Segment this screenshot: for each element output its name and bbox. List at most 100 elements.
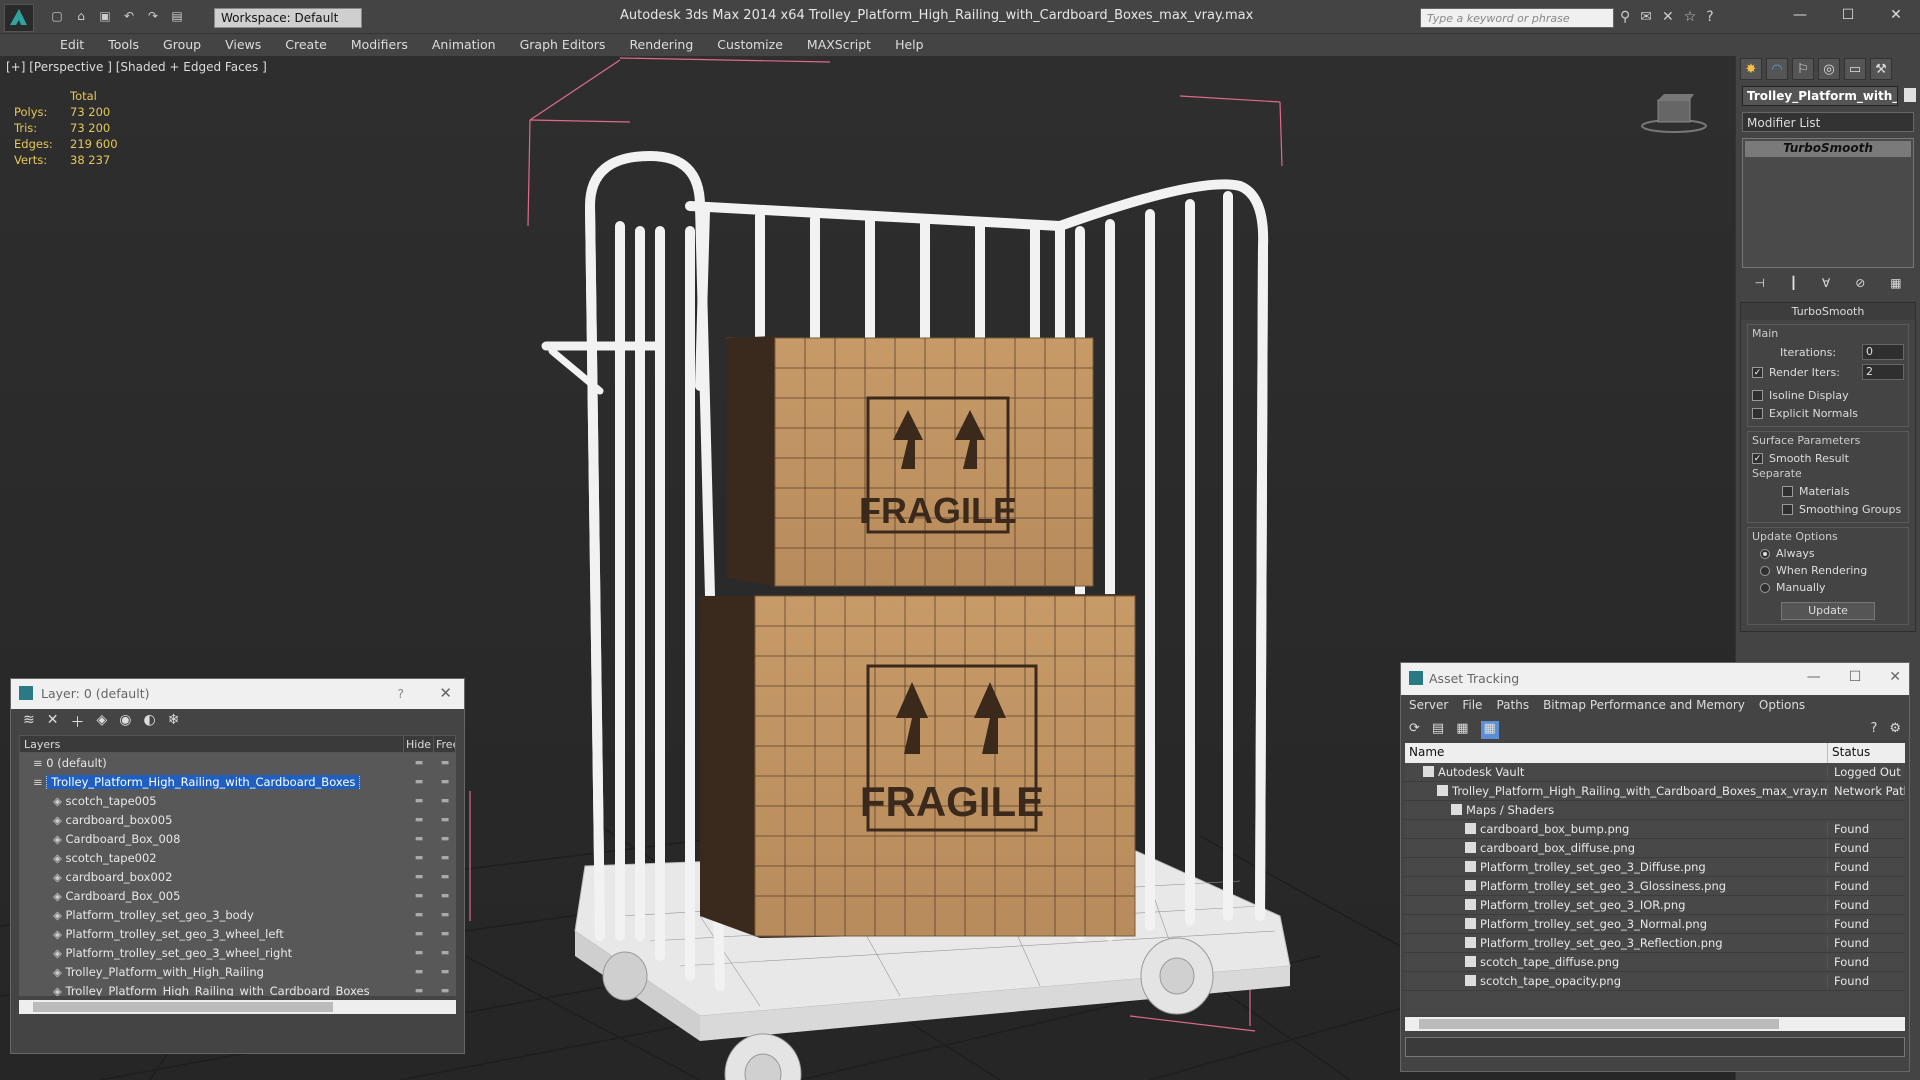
hide-toggle[interactable]: ▬: [404, 910, 434, 920]
modify-tab-icon[interactable]: ◠: [1766, 58, 1788, 80]
freeze-toggle[interactable]: ▬: [434, 948, 456, 958]
scrollbar-thumb[interactable]: [33, 1002, 333, 1012]
layer-row[interactable]: ◈ Trolley_Platform_with_High_Railing ▬ ▬: [19, 962, 456, 981]
asset-row[interactable]: Platform_trolley_set_geo_3_Glossiness.pn…: [1405, 877, 1905, 896]
binoculars-icon[interactable]: ⚲: [1620, 9, 1630, 25]
render-iters-spinner[interactable]: 2: [1862, 364, 1904, 380]
menu-create[interactable]: Create: [273, 34, 339, 56]
asset-menu-paths[interactable]: Paths: [1496, 698, 1529, 714]
freeze-all-icon[interactable]: ❄: [168, 712, 180, 732]
layer-row[interactable]: ◈ Cardboard_Box_005 ▬ ▬: [19, 886, 456, 905]
minimize-icon[interactable]: —: [1807, 669, 1821, 685]
materials-checkbox[interactable]: [1782, 485, 1793, 497]
favorites-icon[interactable]: ☆: [1684, 9, 1697, 25]
close-icon[interactable]: ✕: [1889, 669, 1901, 685]
asset-path-field[interactable]: [1405, 1037, 1905, 1057]
configure-sets-icon[interactable]: ▦: [1890, 276, 1901, 294]
remove-modifier-icon[interactable]: ⊘: [1855, 276, 1865, 294]
motion-tab-icon[interactable]: ◎: [1818, 58, 1840, 80]
select-objects-icon[interactable]: ◈: [96, 712, 107, 732]
maximize-icon[interactable]: ☐: [1824, 0, 1872, 30]
search-input[interactable]: Type a keyword or phrase: [1420, 8, 1614, 28]
refresh-icon[interactable]: ⟳: [1409, 721, 1420, 739]
asset-row[interactable]: Maps / Shaders: [1405, 801, 1905, 820]
asset-row[interactable]: Platform_trolley_set_geo_3_Reflection.pn…: [1405, 934, 1905, 953]
asset-row[interactable]: Trolley_Platform_High_Railing_with_Cardb…: [1405, 782, 1905, 801]
settings-icon[interactable]: ⚙: [1889, 721, 1901, 739]
menu-help[interactable]: Help: [883, 34, 936, 56]
exchange-icon[interactable]: ✕: [1662, 9, 1674, 25]
hide-toggle[interactable]: ▬: [404, 853, 434, 863]
freeze-toggle[interactable]: ▬: [434, 967, 456, 977]
display-tab-icon[interactable]: ▭: [1844, 58, 1866, 80]
hide-all-icon[interactable]: ◐: [143, 712, 155, 732]
menu-views[interactable]: Views: [213, 34, 273, 56]
layers-icon[interactable]: ≋: [23, 712, 35, 732]
utilities-tab-icon[interactable]: ⚒: [1870, 58, 1892, 80]
asset-row[interactable]: Platform_trolley_set_geo_3_Diffuse.png Fo…: [1405, 858, 1905, 877]
render-iters-checkbox[interactable]: ✓: [1752, 366, 1763, 378]
freeze-toggle[interactable]: ▬: [434, 815, 456, 825]
asset-menu-file[interactable]: File: [1462, 698, 1482, 714]
freeze-toggle[interactable]: ▬: [434, 929, 456, 939]
thumbnail-view-icon[interactable]: ▦: [1456, 721, 1468, 739]
freeze-toggle[interactable]: ▬: [434, 758, 456, 768]
asset-menu-options[interactable]: Options: [1759, 698, 1805, 714]
isoline-checkbox[interactable]: [1752, 389, 1763, 401]
freeze-toggle[interactable]: ▬: [434, 891, 456, 901]
freeze-toggle[interactable]: ▬: [434, 986, 456, 996]
menu-animation[interactable]: Animation: [420, 34, 508, 56]
menu-modifiers[interactable]: Modifiers: [339, 34, 420, 56]
hide-toggle[interactable]: ▬: [404, 986, 434, 996]
asset-row[interactable]: cardboard_box_bump.png Found: [1405, 820, 1905, 839]
freeze-toggle[interactable]: ▬: [434, 872, 456, 882]
layer-row[interactable]: ◈ Cardboard_Box_008 ▬ ▬: [19, 829, 456, 848]
close-icon[interactable]: ✕: [1872, 0, 1920, 30]
redo-icon[interactable]: ↷: [144, 9, 162, 25]
add-layer-icon[interactable]: ＋: [70, 712, 84, 732]
table-view-icon[interactable]: ▦: [1480, 721, 1499, 739]
layer-row[interactable]: ◈ Platform_trolley_set_geo_3_wheel_left ▬…: [19, 924, 456, 943]
object-name-field[interactable]: Trolley_Platform_with_H: [1742, 86, 1898, 106]
when-rendering-radio[interactable]: [1760, 565, 1770, 576]
hide-toggle[interactable]: ▬: [404, 872, 434, 882]
hide-toggle[interactable]: ▬: [404, 834, 434, 844]
list-view-icon[interactable]: ▤: [1432, 721, 1444, 739]
minimize-icon[interactable]: —: [1776, 0, 1824, 30]
layer-row[interactable]: ◈ scotch_tape002 ▬ ▬: [19, 848, 456, 867]
asset-row[interactable]: scotch_tape_diffuse.png Found: [1405, 953, 1905, 972]
hide-toggle[interactable]: ▬: [404, 967, 434, 977]
layer-row[interactable]: ◈ Platform_trolley_set_geo_3_wheel_right…: [19, 943, 456, 962]
menu-rendering[interactable]: Rendering: [617, 34, 705, 56]
manually-radio[interactable]: [1760, 582, 1770, 593]
make-unique-icon[interactable]: ∀: [1822, 276, 1830, 294]
communication-icon[interactable]: ✉: [1640, 9, 1652, 25]
iterations-spinner[interactable]: 0: [1862, 344, 1904, 360]
hide-toggle[interactable]: ▬: [404, 777, 434, 787]
freeze-toggle[interactable]: ▬: [434, 777, 456, 787]
app-logo-icon[interactable]: [4, 4, 34, 32]
col-name[interactable]: Name: [1405, 743, 1827, 763]
menu-edit[interactable]: Edit: [48, 34, 96, 56]
hide-toggle[interactable]: ▬: [404, 758, 434, 768]
hide-toggle[interactable]: ▬: [404, 929, 434, 939]
hide-toggle[interactable]: ▬: [404, 948, 434, 958]
layer-row[interactable]: ◈ scotch_tape005 ▬ ▬: [19, 791, 456, 810]
layer-window-titlebar[interactable]: Layer: 0 (default) ? ✕: [11, 679, 464, 709]
pin-stack-icon[interactable]: ⊣: [1754, 276, 1764, 294]
object-color-swatch[interactable]: [1904, 88, 1916, 102]
asset-row[interactable]: Autodesk Vault Logged Out ...: [1405, 763, 1905, 782]
menu-graph-editors[interactable]: Graph Editors: [508, 34, 618, 56]
freeze-toggle[interactable]: ▬: [434, 910, 456, 920]
undo-icon[interactable]: ↶: [120, 9, 138, 25]
layer-row[interactable]: ◈ cardboard_box005 ▬ ▬: [19, 810, 456, 829]
maximize-icon[interactable]: ☐: [1849, 669, 1862, 685]
layer-row[interactable]: ◈ Trolley_Platform_High_Railing_with_Car…: [19, 981, 456, 997]
smooth-result-checkbox[interactable]: ✓: [1752, 452, 1763, 464]
layer-row[interactable]: ≡ Trolley_Platform_High_Railing_with_Car…: [19, 772, 456, 791]
menu-tools[interactable]: Tools: [96, 34, 151, 56]
help-icon[interactable]: ?: [1706, 9, 1713, 25]
help-button[interactable]: ?: [397, 686, 404, 701]
asset-menu-bitmap-performance-and-memory[interactable]: Bitmap Performance and Memory: [1543, 698, 1745, 714]
stack-item-turbosmooth[interactable]: TurboSmooth: [1745, 141, 1911, 157]
